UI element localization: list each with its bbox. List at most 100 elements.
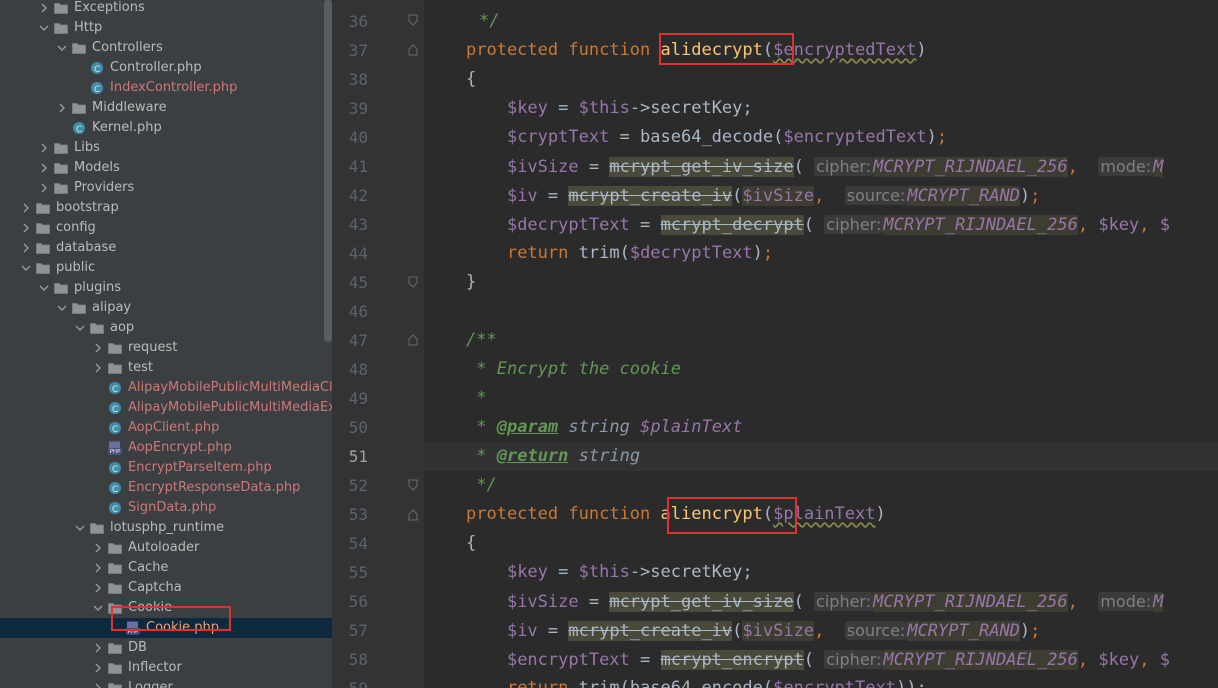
chevron-right-icon[interactable]	[20, 218, 32, 238]
tree-file-row[interactable]: SignData.php	[0, 498, 332, 520]
code-line-51[interactable]: * @return string	[466, 442, 640, 471]
chevron-right-icon[interactable]	[38, 0, 50, 18]
folder-icon	[36, 221, 50, 235]
code-line-43[interactable]: $decryptText = mcrypt_decrypt( cipher: MC…	[466, 210, 1170, 239]
tree-folder-row[interactable]: public	[0, 258, 332, 278]
folder-icon	[54, 181, 68, 195]
svg-text:PHP: PHP	[110, 449, 121, 455]
code-line-56[interactable]: $ivSize = mcrypt_get_iv_size( cipher: MCR…	[466, 587, 1164, 616]
fold-marker-icon[interactable]	[408, 479, 418, 491]
tree-file-row[interactable]: Kernel.php	[0, 118, 332, 140]
tree-item-label: AlipayMobilePublicMultiMediaExecu	[128, 400, 332, 415]
tree-folder-row[interactable]: Logger	[0, 678, 332, 688]
tree-item-label: Controllers	[92, 40, 163, 55]
code-line-57[interactable]: $iv = mcrypt_create_iv($ivSize, source: M…	[466, 616, 1040, 645]
chevron-down-icon[interactable]	[56, 38, 68, 58]
tree-folder-row[interactable]: Providers	[0, 178, 332, 198]
tree-folder-row[interactable]: DB	[0, 638, 332, 658]
chevron-right-icon[interactable]	[92, 338, 104, 358]
code-line-36[interactable]: */	[466, 7, 499, 36]
chevron-right-icon[interactable]	[20, 238, 32, 258]
code-line-59[interactable]: return trim(base64_encode($encryptText))…	[466, 674, 927, 688]
tree-folder-row[interactable]: Controllers	[0, 38, 332, 58]
chevron-right-icon[interactable]	[20, 198, 32, 218]
tree-folder-row[interactable]: plugins	[0, 278, 332, 298]
chevron-right-icon[interactable]	[92, 358, 104, 378]
code-line-50[interactable]: * @param string $plainText	[466, 413, 742, 442]
chevron-right-icon[interactable]	[38, 138, 50, 158]
tree-folder-row[interactable]: Models	[0, 158, 332, 178]
chevron-right-icon[interactable]	[92, 638, 104, 658]
tree-folder-row[interactable]: bootstrap	[0, 198, 332, 218]
tree-file-row[interactable]: PHP AopEncrypt.php	[0, 438, 332, 458]
tree-folder-row[interactable]: alipay	[0, 298, 332, 318]
tree-file-row[interactable]: EncryptResponseData.php	[0, 478, 332, 500]
code-line-58[interactable]: $encryptText = mcrypt_encrypt( cipher: MC…	[466, 645, 1170, 674]
tree-file-row[interactable]: AlipayMobilePublicMultiMediaClien	[0, 378, 332, 400]
tree-item-label: lotusphp_runtime	[110, 520, 225, 535]
tree-folder-row[interactable]: config	[0, 218, 332, 238]
chevron-down-icon[interactable]	[20, 258, 32, 278]
tree-folder-row[interactable]: Middleware	[0, 98, 332, 118]
chevron-right-icon[interactable]	[56, 98, 68, 118]
tree-folder-row[interactable]: request	[0, 338, 332, 358]
chevron-down-icon[interactable]	[92, 598, 104, 618]
code-line-55[interactable]: $key = $this->secretKey;	[466, 558, 753, 587]
tree-folder-row[interactable]: test	[0, 358, 332, 378]
fold-marker-icon[interactable]	[408, 14, 418, 26]
tree-file-row[interactable]: Controller.php	[0, 58, 332, 80]
tree-folder-row[interactable]: aop	[0, 318, 332, 338]
chevron-down-icon[interactable]	[74, 318, 86, 338]
code-line-41[interactable]: $ivSize = mcrypt_get_iv_size( cipher: MCR…	[466, 152, 1164, 181]
tree-folder-row[interactable]: database	[0, 238, 332, 258]
chevron-right-icon[interactable]	[92, 678, 104, 688]
tree-scrollbar[interactable]	[324, 0, 332, 342]
tree-file-row[interactable]: IndexController.php	[0, 78, 332, 100]
tree-file-row[interactable]: EncryptParseItem.php	[0, 458, 332, 480]
tree-folder-row[interactable]: lotusphp_runtime	[0, 518, 332, 538]
line-number: 56	[348, 592, 368, 611]
chevron-right-icon[interactable]	[92, 558, 104, 578]
tree-file-row[interactable]: AlipayMobilePublicMultiMediaExecu	[0, 398, 332, 420]
folder-icon	[54, 1, 68, 15]
tree-folder-row[interactable]: Libs	[0, 138, 332, 158]
project-tree[interactable]: Exceptions Http Controllers Controller.php I…	[0, 0, 332, 688]
chevron-down-icon[interactable]	[38, 18, 50, 38]
highlight-box-alidecrypt	[659, 33, 794, 65]
chevron-down-icon[interactable]	[56, 298, 68, 318]
code-line-39[interactable]: $key = $this->secretKey;	[466, 94, 753, 123]
tree-file-row[interactable]: AopClient.php	[0, 418, 332, 440]
code-line-48[interactable]: * Encrypt the cookie	[466, 355, 681, 384]
tree-folder-row[interactable]: Inflector	[0, 658, 332, 678]
tree-item-label: AopEncrypt.php	[128, 440, 232, 455]
tree-folder-row[interactable]: Http	[0, 18, 332, 38]
code-line-42[interactable]: $iv = mcrypt_create_iv($ivSize, source: M…	[466, 181, 1040, 210]
chevron-right-icon[interactable]	[92, 658, 104, 678]
code-line-44[interactable]: return trim($decryptText);	[466, 239, 773, 268]
chevron-down-icon[interactable]	[38, 278, 50, 298]
chevron-right-icon[interactable]	[38, 158, 50, 178]
tree-folder-row[interactable]: Captcha	[0, 578, 332, 598]
code-line-54[interactable]: {	[466, 529, 476, 558]
chevron-down-icon[interactable]	[74, 518, 86, 538]
chevron-right-icon[interactable]	[92, 578, 104, 598]
fold-marker-icon[interactable]	[408, 334, 418, 346]
tree-folder-row[interactable]: Cache	[0, 558, 332, 578]
tree-item-label: Exceptions	[74, 0, 145, 15]
code-line-40[interactable]: $cryptText = base64_decode($encryptedTex…	[466, 123, 947, 152]
tree-folder-row[interactable]: Exceptions	[0, 0, 332, 18]
chevron-right-icon[interactable]	[92, 538, 104, 558]
tree-folder-row[interactable]: Autoloader	[0, 538, 332, 558]
tree-item-label: alipay	[92, 300, 132, 315]
code-line-47[interactable]: /**	[466, 326, 497, 355]
fold-marker-icon[interactable]	[408, 509, 418, 521]
fold-marker-icon[interactable]	[408, 276, 418, 288]
code-line-52[interactable]: */	[466, 471, 496, 500]
chevron-right-icon[interactable]	[38, 178, 50, 198]
code-line-49[interactable]: *	[466, 384, 486, 413]
code-line-45[interactable]: }	[466, 268, 476, 297]
code-line-38[interactable]: {	[466, 65, 476, 94]
fold-marker-icon[interactable]	[408, 44, 418, 56]
tree-item-label: aop	[110, 320, 135, 335]
line-number: 44	[348, 244, 368, 263]
